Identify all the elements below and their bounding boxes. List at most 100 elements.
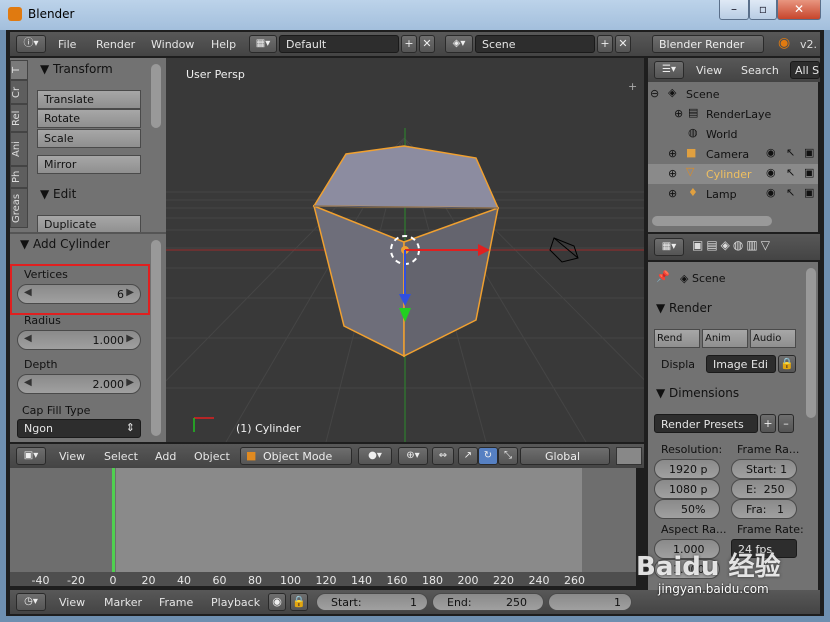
mode-dropdown[interactable]: Object Mode ■	[240, 447, 352, 465]
outliner-filter-dropdown[interactable]: All Sc	[790, 61, 820, 79]
rotate-button[interactable]: Rotate	[37, 109, 141, 128]
pin-icon[interactable]: 📌	[656, 270, 670, 283]
render-still-button[interactable]: Rend	[654, 329, 700, 348]
select-cursor-icon[interactable]: ↖	[786, 146, 795, 159]
menu-select[interactable]: Select	[104, 450, 138, 463]
outliner-menu-search[interactable]: Search	[741, 64, 779, 77]
menu-render[interactable]: Render	[96, 38, 135, 51]
screen-layout-field[interactable]: Default	[279, 35, 399, 53]
increment-arrow-icon[interactable]: ▶	[126, 333, 134, 344]
resolution-x-field[interactable]: 1920 p	[654, 459, 720, 479]
render-camera-icon[interactable]: ▣	[804, 146, 814, 159]
render-engine-dropdown[interactable]: Blender Render	[652, 35, 764, 53]
lock-range-icon[interactable]: 🔒	[290, 593, 308, 611]
properties-scrollbar[interactable]	[806, 268, 816, 418]
minimize-button[interactable]: –	[719, 0, 749, 20]
outliner-item-lamp[interactable]: ⊕ ♦ Lamp ◉ ↖ ▣	[648, 184, 818, 204]
timeline-start-field[interactable]: Start: 1	[316, 593, 428, 611]
menu-window[interactable]: Window	[151, 38, 194, 51]
pivot-icon[interactable]: ⊕▾	[398, 447, 428, 465]
add-cylinder-header[interactable]: ▼ Add Cylinder	[20, 237, 110, 251]
tab-relations[interactable]: Rel	[10, 104, 28, 132]
translate-manipulator-icon[interactable]: ↗	[458, 447, 478, 465]
outliner-item-cylinder[interactable]: ⊕ ▽ Cylinder ◉ ↖ ▣	[648, 164, 818, 184]
editor-type-properties-icon[interactable]: ▦▾	[654, 238, 684, 256]
frame-start-field[interactable]: Start: 1	[731, 459, 797, 479]
manipulator-toggle-icon[interactable]: ⇔	[432, 447, 454, 465]
editor-type-info-icon[interactable]: ⓘ▾	[16, 35, 46, 53]
editor-type-outliner-icon[interactable]: ☰▾	[654, 61, 684, 79]
resolution-y-field[interactable]: 1080 p	[654, 479, 720, 499]
outliner-item-world[interactable]: ◍ World	[648, 124, 818, 144]
menu-help[interactable]: Help	[211, 38, 236, 51]
timeline-menu-frame[interactable]: Frame	[159, 596, 193, 609]
add-preset-icon[interactable]: +	[760, 414, 776, 433]
translate-button[interactable]: Translate	[37, 90, 141, 109]
screen-layout-icon[interactable]: ▦▾	[249, 35, 277, 53]
layers-grid-icon[interactable]	[616, 447, 642, 465]
mirror-button[interactable]: Mirror	[37, 155, 141, 174]
menu-file[interactable]: File	[58, 38, 76, 51]
expand-icon[interactable]: ⊕	[668, 147, 677, 160]
scene-icon[interactable]: ◈▾	[445, 35, 473, 53]
current-frame-playhead[interactable]	[112, 468, 115, 572]
timeline[interactable]	[10, 468, 636, 586]
render-audio-button[interactable]: Audio	[750, 329, 796, 348]
timeline-current-field[interactable]: 1	[548, 593, 632, 611]
rotate-manipulator-icon[interactable]: ↻	[478, 447, 498, 465]
radius-field[interactable]: ◀ 1.000 ▶	[17, 330, 141, 350]
remove-scene-icon[interactable]: ✕	[615, 35, 631, 53]
expand-icon[interactable]: ⊕	[668, 167, 677, 180]
editor-type-timeline-icon[interactable]: ◷▾	[16, 593, 46, 611]
transform-panel-header[interactable]: ▼ Transform	[40, 62, 113, 76]
close-window-button[interactable]: ✕	[777, 0, 821, 20]
decrement-arrow-icon[interactable]: ◀	[24, 333, 32, 344]
cap-fill-dropdown[interactable]: Ngon ⇕	[17, 419, 141, 438]
frame-end-field[interactable]: E: 250	[731, 479, 797, 499]
render-camera-icon[interactable]: ▣	[804, 186, 814, 199]
editor-type-3d-icon[interactable]: ▣▾	[16, 447, 46, 465]
maximize-button[interactable]: ▫	[749, 0, 777, 20]
increment-arrow-icon[interactable]: ▶	[126, 377, 134, 388]
dimensions-panel-header[interactable]: ▼ Dimensions	[656, 386, 739, 400]
3d-viewport[interactable]: User Persp (1) Cylinder +	[166, 58, 644, 442]
render-presets-dropdown[interactable]: Render Presets	[654, 414, 758, 433]
tab-grease-pencil[interactable]: Greas	[10, 188, 28, 228]
edit-panel-header[interactable]: ▼ Edit	[40, 187, 76, 201]
properties-context-icons[interactable]: ▣▤◈◍▥▽	[692, 238, 812, 256]
timeline-menu-playback[interactable]: Playback	[211, 596, 260, 609]
menu-add[interactable]: Add	[155, 450, 176, 463]
lock-icon[interactable]: 🔒	[778, 355, 796, 373]
tool-shelf-scrollbar[interactable]	[151, 64, 161, 128]
outliner-item-renderlayers[interactable]: ⊕ ▤ RenderLaye	[648, 104, 818, 124]
timeline-menu-marker[interactable]: Marker	[104, 596, 142, 609]
shading-icon[interactable]: ●▾	[358, 447, 392, 465]
cylinder-top-face[interactable]	[312, 145, 500, 209]
render-panel-header[interactable]: ▼ Render	[656, 301, 712, 315]
decrement-arrow-icon[interactable]: ◀	[24, 377, 32, 388]
tab-tools[interactable]: T	[10, 60, 28, 80]
add-scene-icon[interactable]: +	[597, 35, 613, 53]
select-cursor-icon[interactable]: ↖	[786, 186, 795, 199]
menu-view[interactable]: View	[59, 450, 85, 463]
outliner-menu-view[interactable]: View	[696, 64, 722, 77]
cylinder-front-left-face[interactable]	[312, 204, 405, 358]
collapse-icon[interactable]: ⊖	[650, 87, 659, 100]
resolution-percent-field[interactable]: 50%	[654, 499, 720, 519]
expand-icon[interactable]: ⊕	[674, 107, 683, 120]
visibility-eye-icon[interactable]: ◉	[766, 146, 776, 159]
visibility-eye-icon[interactable]: ◉	[766, 166, 776, 179]
visibility-eye-icon[interactable]: ◉	[766, 186, 776, 199]
scale-button[interactable]: Scale	[37, 129, 141, 148]
tab-animation[interactable]: Ani	[10, 132, 28, 166]
scene-field[interactable]: Scene	[475, 35, 595, 53]
tab-create[interactable]: Cr	[10, 80, 28, 104]
expand-icon[interactable]: ⊕	[668, 187, 677, 200]
record-icon[interactable]: ◉	[268, 593, 286, 611]
remove-screen-icon[interactable]: ✕	[419, 35, 435, 53]
menu-object[interactable]: Object	[194, 450, 230, 463]
depth-field[interactable]: ◀ 2.000 ▶	[17, 374, 141, 394]
remove-preset-icon[interactable]: –	[778, 414, 794, 433]
timeline-end-field[interactable]: End: 250	[432, 593, 544, 611]
outliner-item-scene[interactable]: ⊖ ◈ Scene	[648, 84, 818, 104]
